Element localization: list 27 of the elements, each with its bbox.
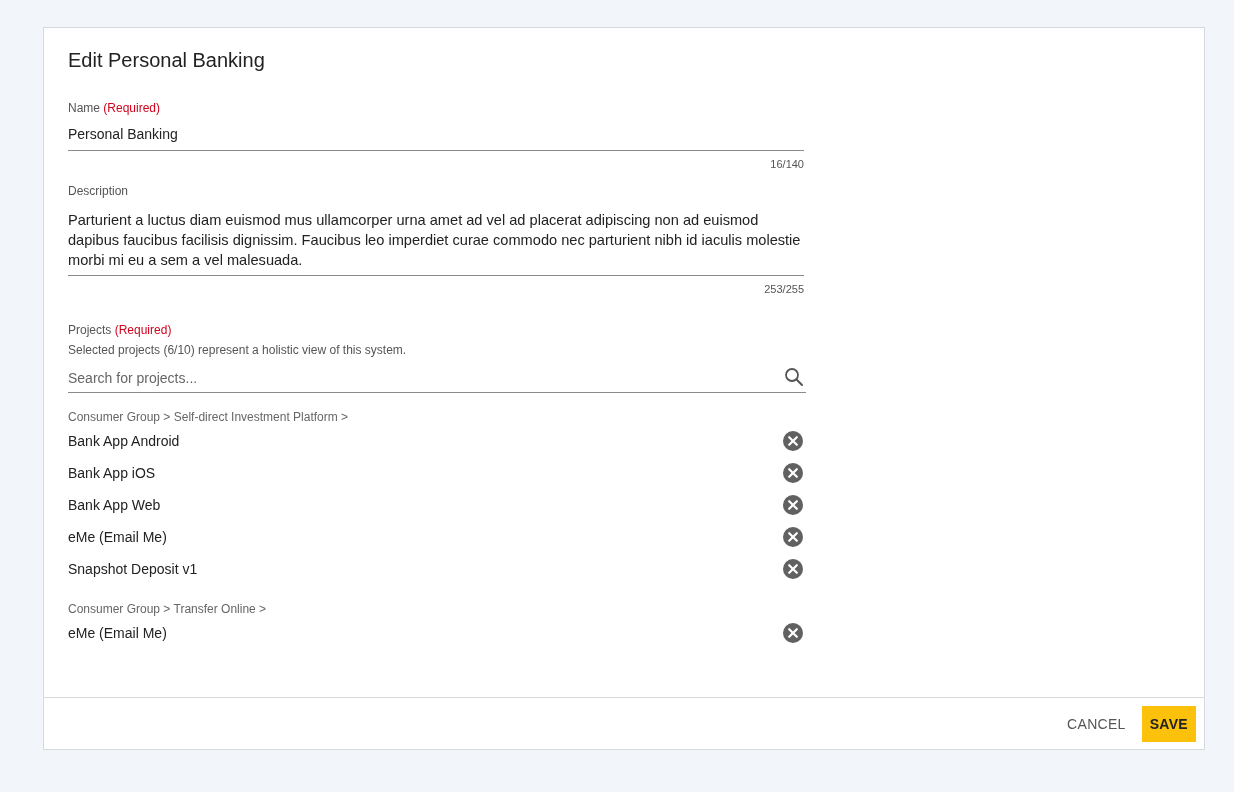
project-name: Bank App Android [68,433,180,449]
search-field[interactable]: Search for projects... [68,364,806,393]
project-name: Bank App Web [68,497,161,513]
group-path: Consumer Group > Self-direct Investment Platform > [68,409,350,425]
character-counter: 253/255 [763,282,804,296]
remove-icon[interactable] [782,558,804,580]
projects-hint: Selected projects (6/10) represent a holistic view of this system. [68,342,408,358]
remove-icon[interactable] [782,526,804,548]
remove-icon[interactable] [782,494,804,516]
save-button[interactable]: SAVE [1141,705,1196,742]
remove-icon[interactable] [782,622,804,644]
project-name: Bank App iOS [68,465,156,481]
description-field[interactable]: Parturient a luctus diam euismod mus ullamcorper urna amet ad vel ad placerat adipiscing non ad euismod dapibus faucibus facilisis dignissim. Faucibus leo imperdiet curae commodo nec parturient nibh id iaculis molestie morbi mi eu a sem a vel malesuada. [68,203,804,276]
project-name: Snapshot Deposit v1 [68,561,198,577]
character-counter: 16/140 [769,157,804,171]
name-label: Name (Required) [68,100,162,116]
cancel-button[interactable]: CANCEL [1059,706,1134,741]
dialog-title: Edit Personal Banking [68,48,266,73]
description-label: Description [68,183,130,199]
remove-icon[interactable] [782,462,804,484]
remove-icon[interactable] [782,430,804,452]
search-icon[interactable] [784,366,804,387]
project-name: eMe (Email Me) [68,529,167,545]
project-name: eMe (Email Me) [68,625,167,641]
name-field[interactable]: Personal Banking [68,116,804,151]
projects-label: Projects (Required) [68,322,173,338]
group-path: Consumer Group > Transfer Online > [68,601,268,617]
